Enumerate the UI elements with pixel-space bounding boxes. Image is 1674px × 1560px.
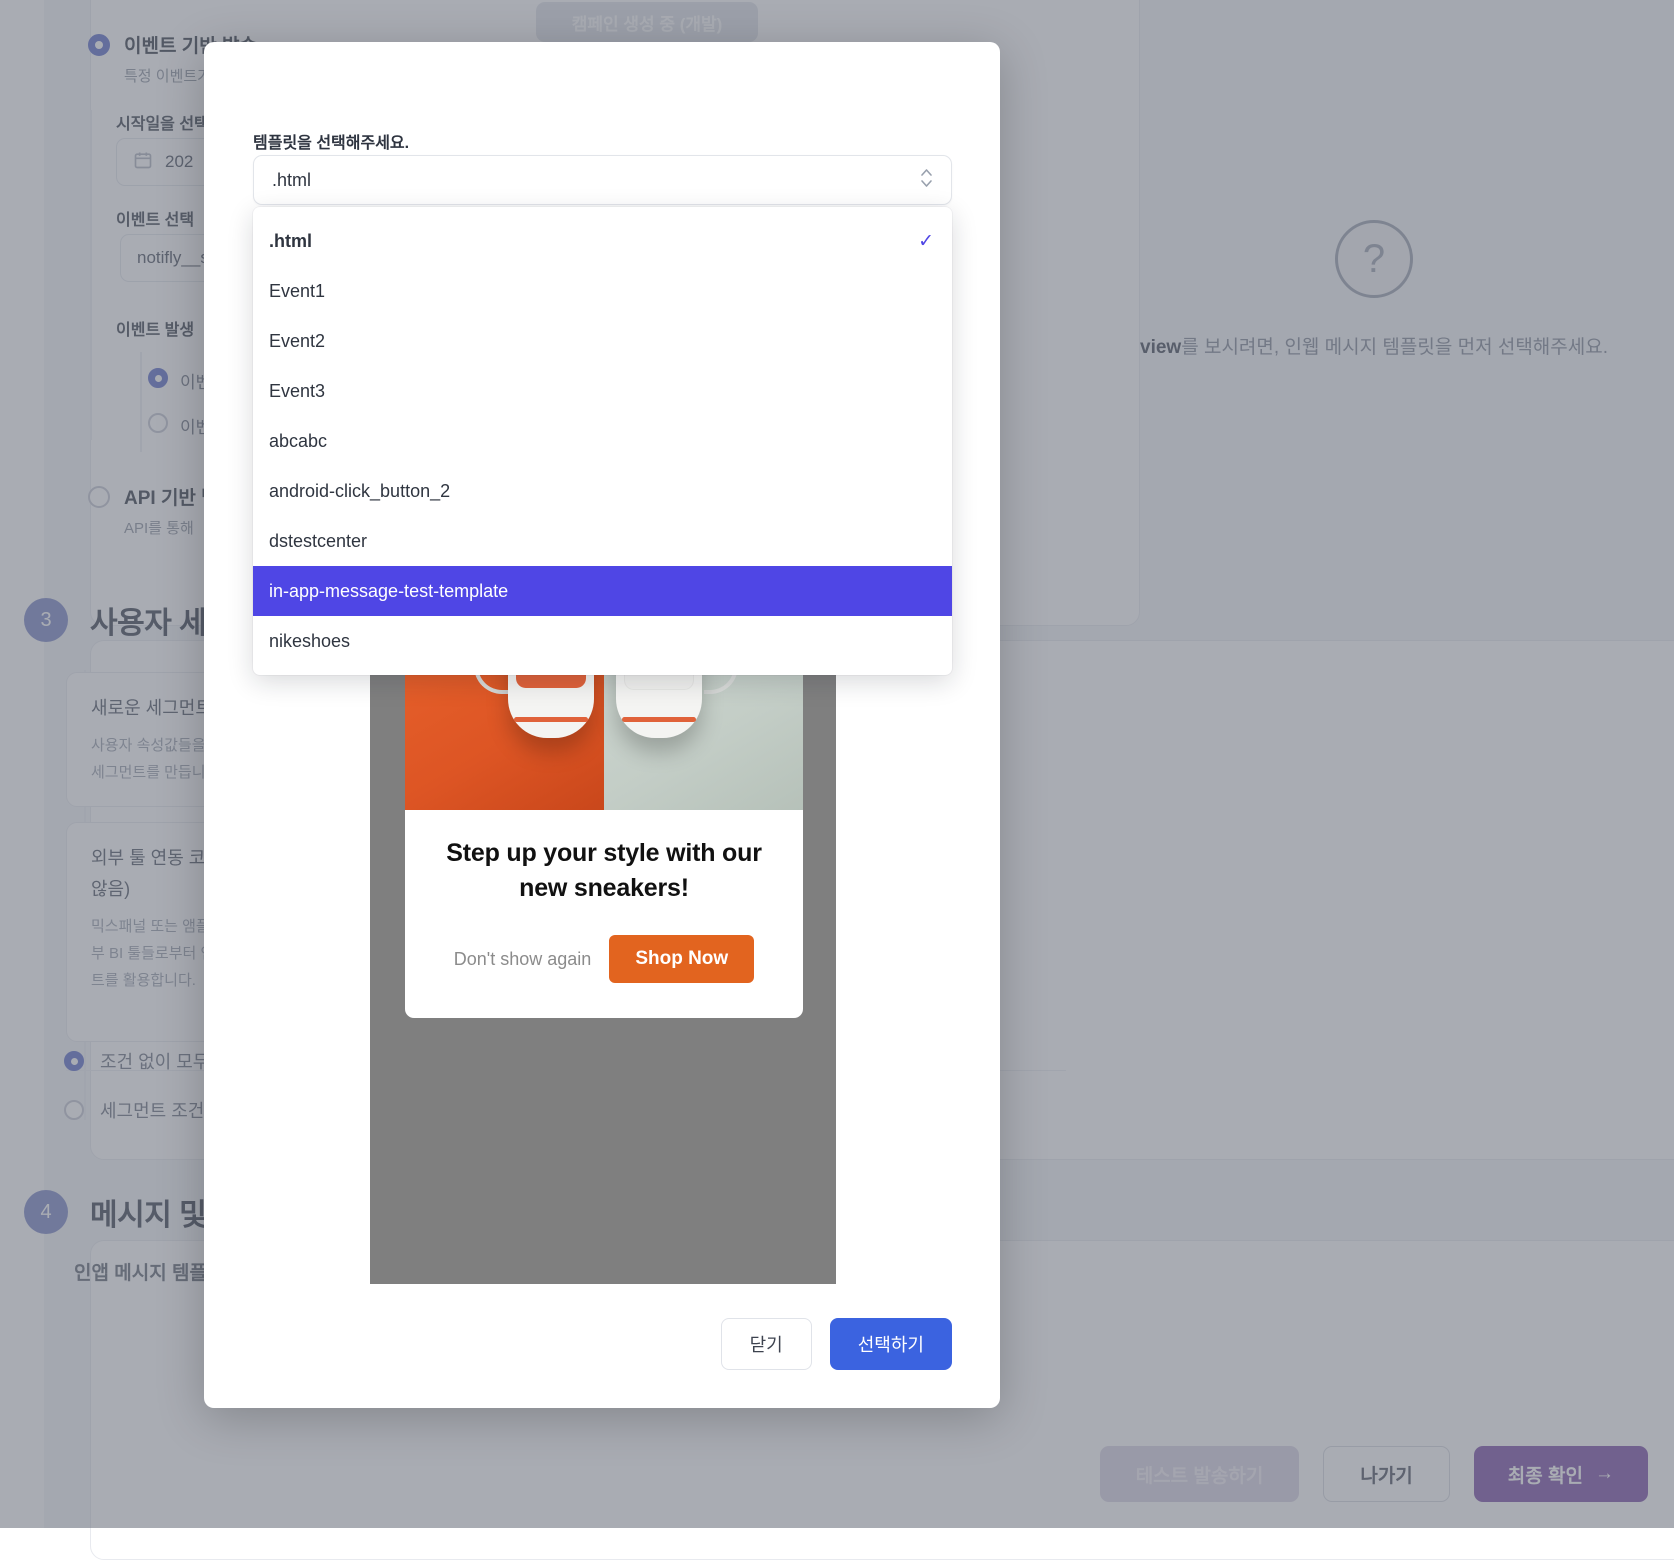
template-option-label: abcabc (269, 431, 934, 452)
template-option[interactable]: Event1 (253, 266, 952, 316)
inapp-message-card: Step up your style with our new sneakers… (405, 618, 803, 1018)
template-option[interactable]: android-click_button_2 (253, 466, 952, 516)
template-option-label: nikeshoes (269, 631, 934, 652)
inapp-message-actions: Don't show again Shop Now (429, 935, 779, 983)
modal-footer: 닫기 선택하기 (721, 1318, 952, 1370)
template-option-label: Event1 (269, 281, 934, 302)
template-option-list[interactable]: .html✓ Event1 Event2 Event3 abcabc android-cl… (253, 207, 952, 675)
template-option[interactable]: dstestcenter (253, 516, 952, 566)
template-option-label: .html (269, 231, 918, 252)
template-select-label: 템플릿을 선택해주세요. (253, 129, 409, 153)
template-option[interactable]: in-app-message-test-template (253, 566, 952, 616)
template-select-value: .html (272, 170, 919, 191)
shop-now-button[interactable]: Shop Now (609, 935, 754, 983)
template-option[interactable]: Event2 (253, 316, 952, 366)
template-option[interactable]: Event3 (253, 366, 952, 416)
template-option[interactable]: nikeshoes (253, 616, 952, 666)
dont-show-again-button[interactable]: Don't show again (454, 949, 592, 970)
template-select-trigger[interactable]: .html (253, 155, 952, 205)
inapp-message-body: Step up your style with our new sneakers… (405, 810, 803, 1003)
template-option-label: in-app-message-test-template (269, 581, 934, 602)
template-option-label: Event2 (269, 331, 934, 352)
template-option[interactable]: .html✓ (253, 216, 952, 266)
template-option-label: dstestcenter (269, 531, 934, 552)
chevron-updown-icon[interactable] (919, 167, 933, 193)
inapp-message-title: Step up your style with our new sneakers… (429, 836, 779, 905)
template-option-label: Event3 (269, 381, 934, 402)
select-button[interactable]: 선택하기 (830, 1318, 952, 1370)
template-option-label: android-click_button_2 (269, 481, 934, 502)
close-button[interactable]: 닫기 (721, 1318, 812, 1370)
check-icon: ✓ (918, 232, 934, 251)
template-option[interactable]: abcabc (253, 416, 952, 466)
